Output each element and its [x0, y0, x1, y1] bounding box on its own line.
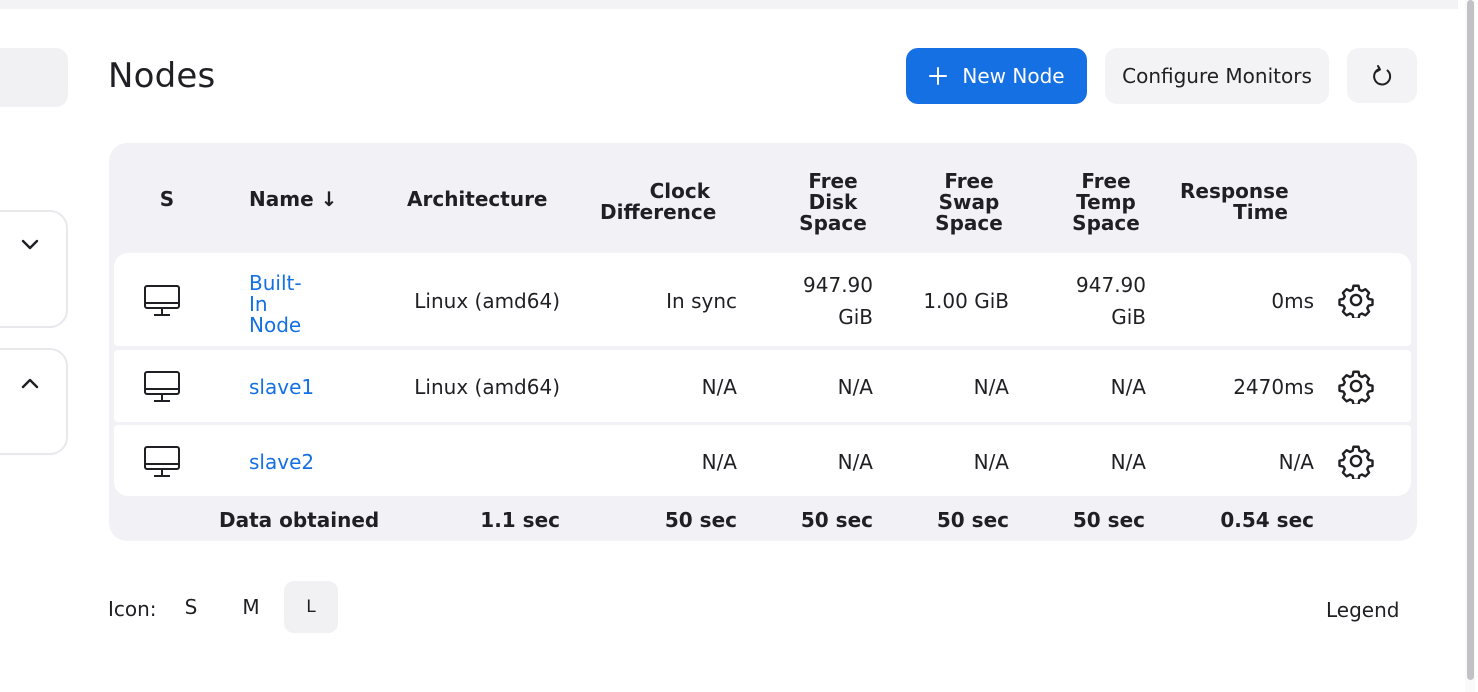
gear-icon[interactable]	[1338, 368, 1374, 404]
footer-temp: 50 sec	[1072, 508, 1145, 532]
header-free-swap[interactable]: Free Swap Space	[924, 171, 1014, 234]
header-free-disk[interactable]: Free Disk Space	[788, 171, 878, 234]
node-name-line: Node	[249, 313, 302, 337]
clock-value: N/A	[701, 450, 737, 474]
response-value: 0ms	[1271, 289, 1314, 313]
footer-disk: 50 sec	[800, 508, 873, 532]
icon-size-label: Icon:	[108, 597, 157, 621]
computer-icon	[144, 446, 180, 477]
header-response-line: Response	[1180, 179, 1289, 203]
icon-size-m[interactable]: M	[224, 581, 278, 633]
footer-response: 0.54 sec	[1220, 508, 1314, 532]
clock-value: N/A	[701, 375, 737, 399]
icon-size-s[interactable]: S	[164, 581, 218, 633]
temp-value: N/A	[1110, 375, 1146, 399]
header-temp-line: Space	[1072, 211, 1140, 235]
sidebar-card-expanded[interactable]	[0, 348, 68, 455]
response-value: 2470ms	[1233, 375, 1314, 399]
header-status[interactable]: S	[156, 189, 178, 210]
sidebar-card-collapsed[interactable]	[0, 210, 68, 328]
temp-value-line: 947.90	[1076, 273, 1146, 297]
legend-link[interactable]: Legend	[1326, 598, 1399, 622]
node-name-line: Built-	[249, 271, 302, 295]
header-architecture[interactable]: Architecture	[407, 189, 548, 210]
icon-size-l[interactable]: L	[284, 581, 338, 633]
refresh-button[interactable]	[1347, 48, 1417, 103]
footer-architecture: 1.1 sec	[480, 508, 560, 532]
swap-value: N/A	[973, 450, 1009, 474]
header-response-line: Time	[1233, 200, 1288, 224]
header-name[interactable]: Name ↓	[249, 189, 337, 210]
header-temp-line: Temp	[1076, 190, 1136, 214]
gear-icon[interactable]	[1338, 443, 1374, 479]
header-response-time[interactable]: Response Time	[1180, 179, 1289, 224]
top-strip	[0, 0, 1458, 9]
node-link-slave1[interactable]: slave1	[249, 377, 314, 398]
architecture-value: Linux (amd64)	[414, 375, 560, 399]
disk-value: 947.90 GiB	[773, 269, 873, 333]
header-disk-line: Free	[808, 169, 858, 193]
node-link-built-in[interactable]: Built- In Node	[249, 273, 302, 336]
new-node-button[interactable]: New Node	[906, 48, 1087, 104]
plus-icon	[929, 67, 948, 85]
temp-value: 947.90 GiB	[1046, 269, 1146, 333]
swap-value: N/A	[973, 375, 1009, 399]
header-free-temp[interactable]: Free Temp Space	[1061, 171, 1151, 234]
footer-label: Data obtained	[219, 508, 380, 532]
architecture-value: Linux (amd64)	[414, 289, 560, 313]
gear-icon[interactable]	[1338, 282, 1374, 318]
header-swap-line: Space	[935, 211, 1003, 235]
new-node-label: New Node	[962, 64, 1065, 88]
chevron-up-icon[interactable]	[18, 372, 42, 396]
computer-icon	[144, 371, 180, 402]
disk-value-line: 947.90	[803, 273, 873, 297]
response-value: N/A	[1278, 450, 1314, 474]
header-clock-line: Difference	[600, 200, 717, 224]
disk-value: N/A	[837, 375, 873, 399]
node-name-line: In	[249, 292, 268, 316]
node-link-slave2[interactable]: slave2	[249, 452, 314, 473]
page-title: Nodes	[108, 56, 216, 96]
scrollbar[interactable]	[1462, 0, 1478, 692]
header-disk-line: Disk	[808, 190, 858, 214]
header-disk-line: Space	[799, 211, 867, 235]
header-clock-difference[interactable]: Clock Difference	[600, 179, 717, 224]
clock-value: In sync	[666, 289, 737, 313]
temp-value: N/A	[1110, 450, 1146, 474]
footer-swap: 50 sec	[936, 508, 1009, 532]
chevron-down-icon[interactable]	[18, 232, 42, 256]
header-temp-line: Free	[1081, 169, 1131, 193]
sidebar-search[interactable]	[0, 48, 68, 107]
swap-value: 1.00 GiB	[923, 289, 1009, 313]
header-swap-line: Swap	[938, 190, 1000, 214]
footer-clock: 50 sec	[664, 508, 737, 532]
header-swap-line: Free	[944, 169, 994, 193]
scrollbar-thumb[interactable]	[1467, 0, 1474, 680]
configure-monitors-button[interactable]: Configure Monitors	[1105, 48, 1329, 104]
disk-value: N/A	[837, 450, 873, 474]
header-clock-line: Clock	[649, 179, 710, 203]
temp-value-line: GiB	[1111, 305, 1146, 329]
disk-value-line: GiB	[838, 305, 873, 329]
computer-icon	[144, 285, 180, 316]
refresh-icon	[1373, 64, 1392, 85]
